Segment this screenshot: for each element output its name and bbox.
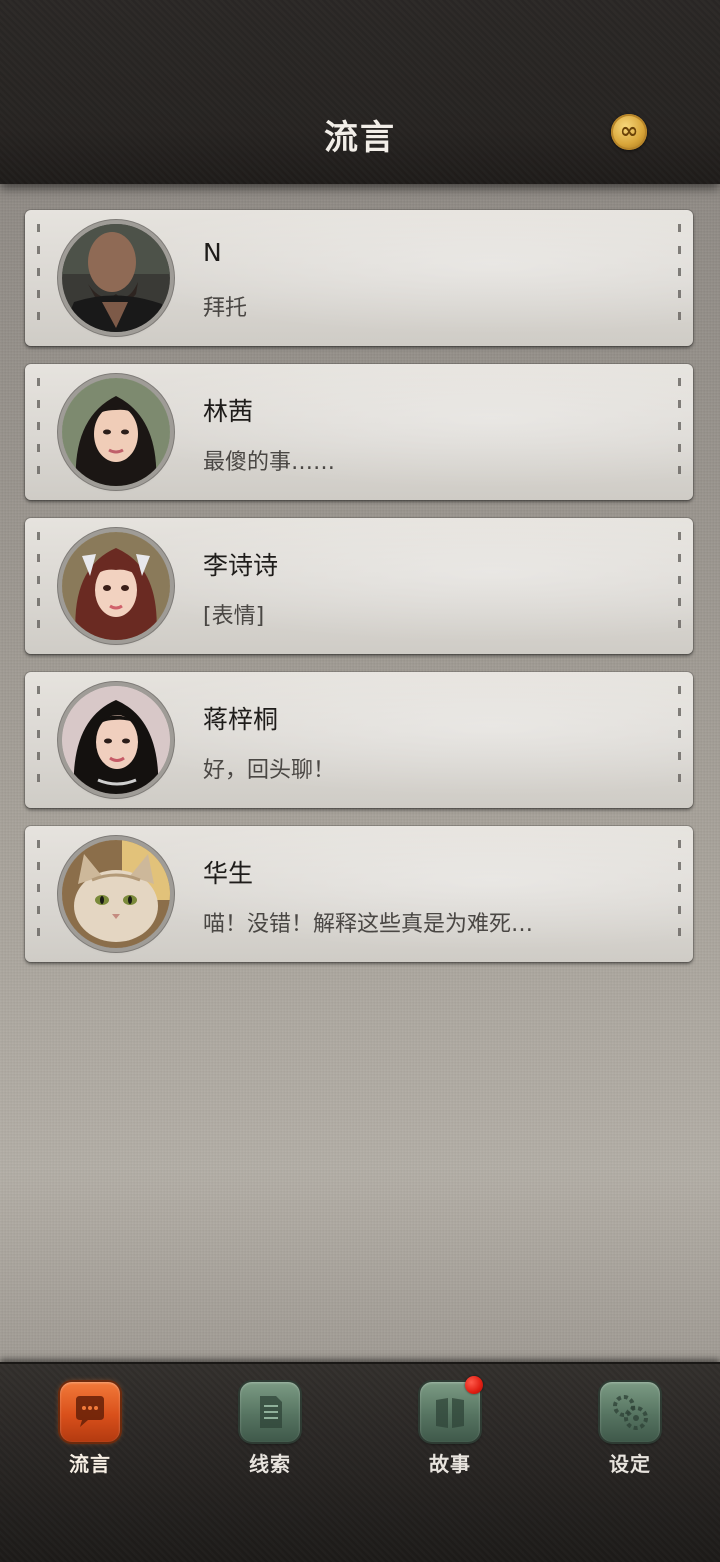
nav-label: 流言: [69, 1452, 111, 1476]
message-card-jiangzitong[interactable]: 蒋梓桐 好，回头聊！: [25, 672, 693, 808]
contact-name: 蒋梓桐: [203, 705, 279, 734]
message-list: N 拜托 林茜 最傻的事…… 李诗诗 [表情] 蒋梓桐 好，回头聊！ 华生 喵！…: [25, 210, 693, 980]
contact-name: 林茜: [203, 397, 254, 426]
message-preview: 喵！没错！解释这些真是为难死…: [203, 912, 534, 937]
message-preview: 拜托: [203, 296, 248, 321]
message-card-lishishi[interactable]: 李诗诗 [表情]: [25, 518, 693, 654]
nav-tab-clues[interactable]: 线索: [220, 1382, 320, 1482]
contact-name: 李诗诗: [203, 551, 279, 580]
nav-tab-settings[interactable]: 设定: [580, 1382, 680, 1482]
nav-label: 线索: [249, 1452, 291, 1476]
message-preview: 最傻的事……: [203, 450, 336, 475]
book-icon: [420, 1376, 483, 1442]
top-bar: 流言 ∞: [0, 0, 720, 184]
infinity-coin-icon[interactable]: ∞: [611, 114, 647, 150]
bottom-navigation: 流言 线索 故事 设定: [0, 1362, 720, 1562]
woman-portrait-avatar: [62, 532, 170, 640]
gear-icon: [600, 1382, 660, 1442]
nav-label: 故事: [429, 1452, 471, 1476]
notification-dot: [465, 1376, 483, 1394]
chat-bubble-icon: [60, 1382, 120, 1442]
man-portrait-avatar: [62, 224, 170, 332]
woman-portrait-avatar: [62, 686, 170, 794]
nav-tab-story[interactable]: 故事: [400, 1376, 500, 1482]
contact-name: N: [203, 238, 222, 267]
app-screen: 流言 ∞ N 拜托 林茜 最傻的事…… 李诗诗 [表情] 蒋梓桐 好，回头聊！ …: [0, 0, 720, 1562]
message-card-n[interactable]: N 拜托: [25, 210, 693, 346]
document-icon: [240, 1382, 300, 1442]
nav-tab-rumors[interactable]: 流言: [40, 1382, 140, 1482]
message-preview: [表情]: [203, 604, 265, 629]
contact-name: 华生: [203, 859, 254, 888]
woman-portrait-avatar: [62, 378, 170, 486]
message-card-linxi[interactable]: 林茜 最傻的事……: [25, 364, 693, 500]
message-card-huasheng[interactable]: 华生 喵！没错！解释这些真是为难死…: [25, 826, 693, 962]
nav-label: 设定: [609, 1452, 651, 1476]
cat-portrait-avatar: [62, 840, 170, 948]
message-preview: 好，回头聊！: [203, 758, 336, 783]
